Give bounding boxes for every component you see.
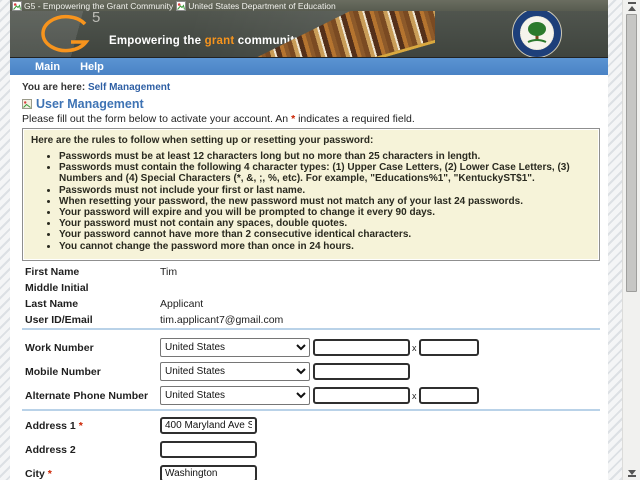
city-input[interactable] [160,465,257,480]
work-number-label: Work Number [25,342,160,354]
dept-of-education-seal-icon [512,11,562,57]
work-ext-separator: x [412,343,417,353]
vertical-scrollbar[interactable] [622,0,640,480]
library-photo [220,11,435,57]
password-rules-title: Here are the rules to follow when settin… [31,135,591,147]
profile-section: First Name Tim Middle Initial Last Name … [10,264,608,328]
scrollbar-thumb[interactable] [626,14,637,292]
password-rule: Your password will expire and you will b… [59,207,591,218]
last-name-row: Last Name Applicant [25,296,608,312]
broken-image-icon [176,1,186,11]
alternate-number-input[interactable] [313,387,410,404]
last-name-value: Applicant [160,298,203,310]
first-name-row: First Name Tim [25,264,608,280]
user-id-email-row: User ID/Email tim.applicant7@gmail.com [25,312,608,328]
page: G5 - Empowering the Grant Community Unit… [10,0,608,480]
menu-item-main[interactable]: Main [35,61,60,73]
scroll-up-button[interactable] [627,2,637,11]
top-alt-strip: G5 - Empowering the Grant Community Unit… [10,0,608,11]
broken-image-icon [22,99,32,109]
page-title: User Management [22,97,608,111]
address2-row: Address 2 [25,438,608,462]
address1-label: Address 1 * [25,420,160,432]
password-rule: When resetting your password, the new pa… [59,196,591,207]
alternate-number-row: Alternate Phone Number United States x [25,384,608,408]
address2-input[interactable] [160,441,257,458]
password-rule: Your password cannot have more than 2 co… [59,229,591,240]
password-rule: Your password must not contain any space… [59,218,591,229]
scroll-down-button[interactable] [627,469,637,478]
user-id-email-label: User ID/Email [25,314,160,326]
alternate-number-ext-input[interactable] [419,387,479,404]
menu-item-help[interactable]: Help [80,61,104,73]
g5-logo-icon [38,14,94,56]
work-number-row: Work Number United States x [25,336,608,360]
alternate-ext-separator: x [412,391,417,401]
password-rule: Passwords must not include your first or… [59,185,591,196]
first-name-value: Tim [160,266,177,278]
work-number-country-select[interactable]: United States [160,338,310,357]
user-id-email-value: tim.applicant7@gmail.com [160,314,283,326]
top-link-g5-label: G5 - Empowering the Grant Community [24,1,173,11]
password-rules-box: Here are the rules to follow when settin… [22,128,600,261]
password-rules-list: Passwords must be at least 12 characters… [31,151,591,252]
intro-text: Please fill out the form below to activa… [22,113,608,124]
top-link-g5: G5 - Empowering the Grant Community [12,1,173,11]
address2-label: Address 2 [25,444,160,456]
main-menu-bar: Main Help [10,57,608,75]
required-asterisk: * [76,420,83,432]
address1-input[interactable] [160,417,257,434]
city-row: City * [25,462,608,480]
broken-image-icon [12,1,22,11]
top-link-ed-label: United States Department of Education [188,1,335,11]
scroll-up-icon [628,6,636,11]
breadcrumb: You are here: Self Management [22,82,608,93]
g5-logo-number: 5 [92,11,100,26]
mobile-number-input[interactable] [313,363,410,380]
work-number-ext-input[interactable] [419,339,479,356]
city-label: City * [25,468,160,480]
address-section: Address 1 * Address 2 City * State * + D… [10,414,608,480]
section-divider [22,409,600,411]
password-rule: Passwords must contain the following 4 c… [59,162,591,184]
middle-initial-label: Middle Initial [25,282,160,294]
first-name-label: First Name [25,266,160,278]
breadcrumb-prefix: You are here: [22,82,88,93]
section-divider [22,328,600,330]
page-title-text: User Management [36,97,144,111]
required-asterisk: * [45,468,52,480]
mobile-number-row: Mobile Number United States [25,360,608,384]
g5-banner: 5 Empowering the grant community. [10,11,608,57]
password-rule: You cannot change the password more than… [59,241,591,252]
last-name-label: Last Name [25,298,160,310]
password-rule: Passwords must be at least 12 characters… [59,151,591,162]
alternate-number-label: Alternate Phone Number [25,390,160,402]
work-number-input[interactable] [313,339,410,356]
alternate-number-country-select[interactable]: United States [160,386,310,405]
middle-initial-row: Middle Initial [25,280,608,296]
phone-section: Work Number United States x Mobile Numbe… [10,336,608,408]
breadcrumb-link-self-management[interactable]: Self Management [88,82,170,93]
top-link-ed: United States Department of Education [176,1,335,11]
mobile-number-country-select[interactable]: United States [160,362,310,381]
mobile-number-label: Mobile Number [25,366,160,378]
address1-row: Address 1 * [25,414,608,438]
